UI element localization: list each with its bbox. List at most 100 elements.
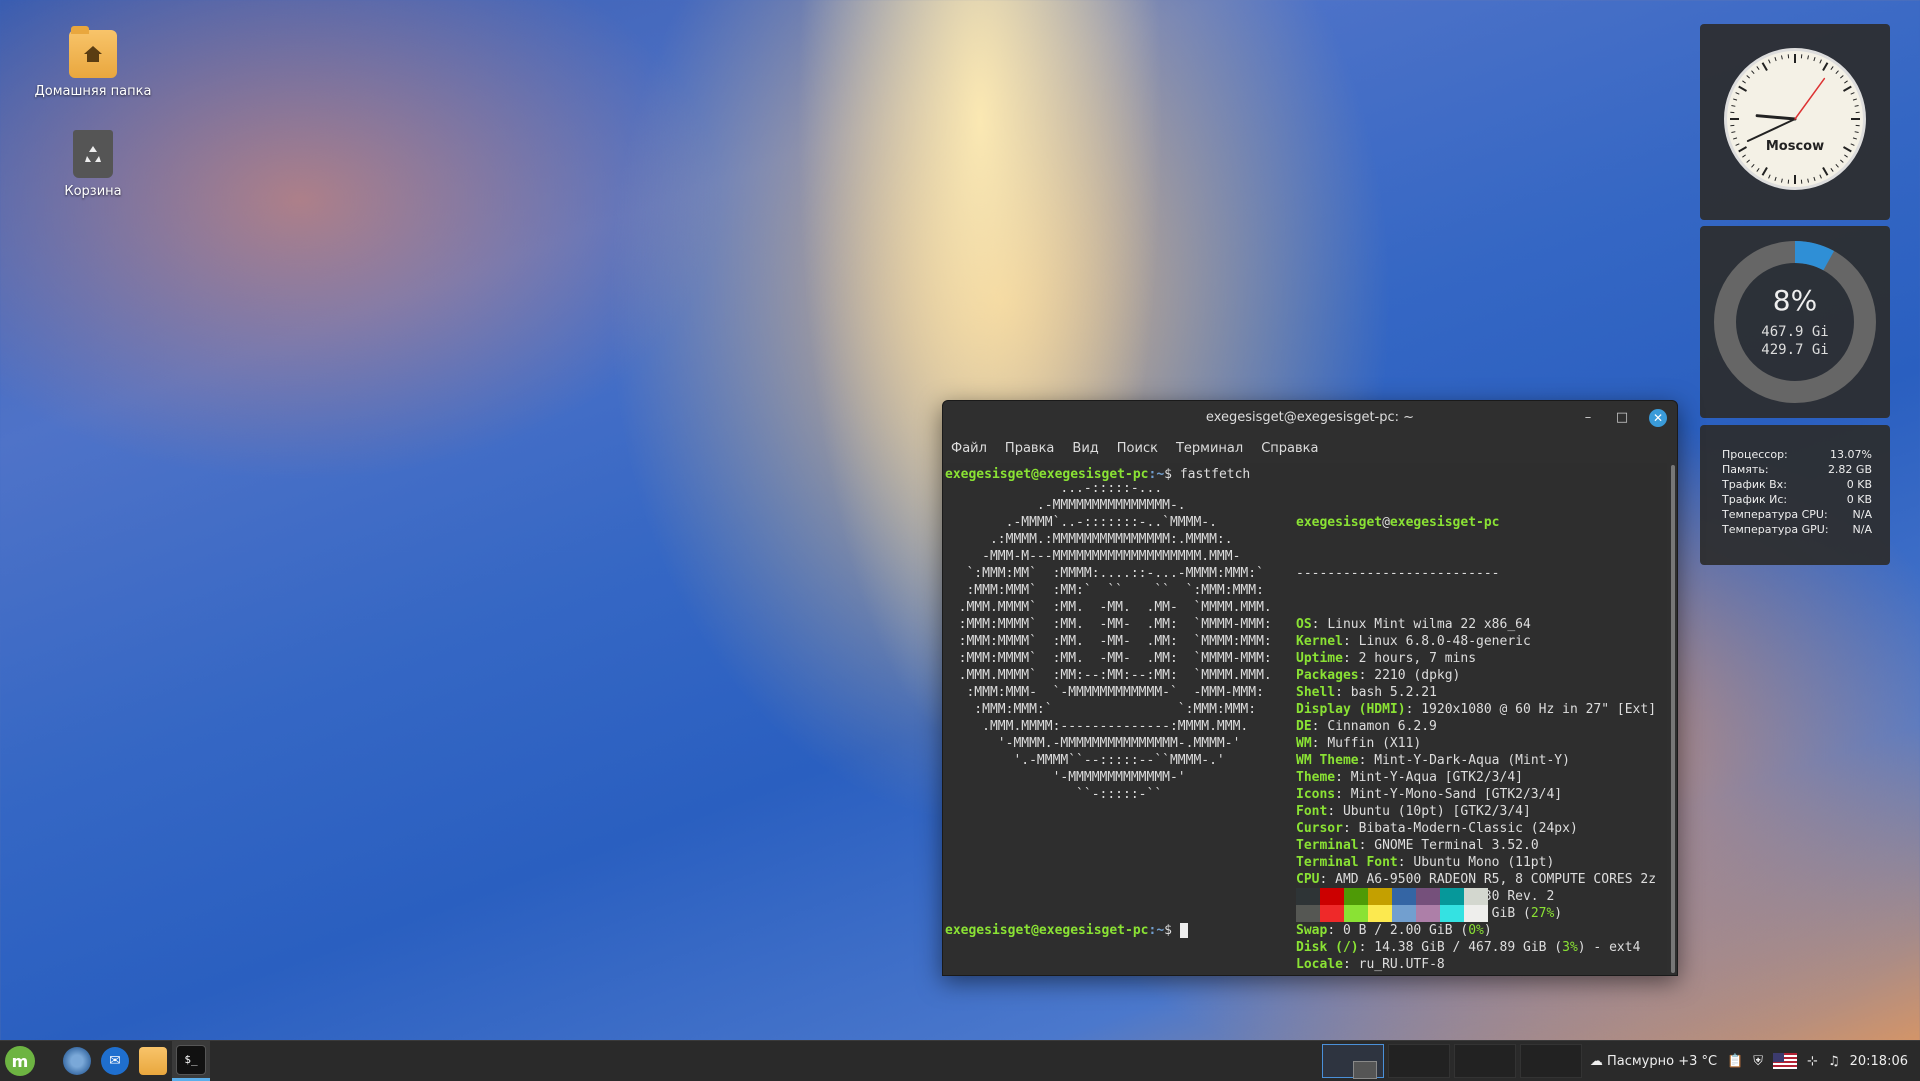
launcher-files[interactable] (134, 1041, 172, 1081)
desktop-icon-label: Домашняя папка (28, 84, 158, 99)
menu-search[interactable]: Поиск (1117, 441, 1158, 456)
logo-line: '-MMMMMMMMMMMMM-' (943, 769, 1272, 786)
info-key: Icons (1296, 787, 1335, 802)
sound-icon[interactable]: ♫ (1828, 1054, 1840, 1069)
workspace-3[interactable] (1454, 1044, 1516, 1078)
info-row: OS: Linux Mint wilma 22 x86_64 (1296, 616, 1656, 633)
system-stats-widget[interactable]: Процессор:13.07% Память:2.82 GB Трафик В… (1700, 425, 1890, 565)
keyboard-layout-us-flag-icon[interactable] (1773, 1053, 1797, 1069)
workspace-4[interactable] (1520, 1044, 1582, 1078)
launcher-thunderbird[interactable]: ✉ (96, 1041, 134, 1081)
clock-tick (1843, 87, 1851, 92)
logo-line: :MMM:MMMM` :MM. -MM- .MM: `MMMM-MMM: (943, 650, 1272, 667)
header-user: exegesisget (1296, 515, 1382, 530)
clock-tick (1836, 71, 1839, 74)
disk-total: 467.9 Gi (1700, 324, 1890, 340)
info-colon: : (1343, 957, 1359, 972)
terminal-scrollbar[interactable] (1671, 465, 1675, 973)
palette-swatch (1344, 888, 1368, 905)
workspace-window-preview (1353, 1061, 1377, 1079)
trash-icon (73, 130, 113, 178)
workspace-1[interactable] (1322, 1044, 1384, 1078)
logo-line: :MMM:MMM` :MM:` `` `` `:MMM:MMM: (943, 582, 1272, 599)
close-button[interactable]: ✕ (1649, 409, 1667, 427)
info-value: Mint-Y-Aqua [GTK2/3/4] (1351, 770, 1523, 785)
window-controls: – □ ✕ (1581, 401, 1667, 435)
launcher-terminal[interactable]: $_ (172, 1041, 210, 1081)
minimize-button[interactable]: – (1581, 401, 1595, 435)
clock-tick (1775, 57, 1776, 61)
terminal-titlebar[interactable]: exegesisget@exegesisget-pc: ~ – □ ✕ (943, 401, 1677, 435)
menu-edit[interactable]: Правка (1005, 441, 1054, 456)
weather-applet[interactable]: ☁ Пасмурно +3 °C (1590, 1054, 1717, 1069)
menu-help[interactable]: Справка (1261, 441, 1318, 456)
info-row: Packages: 2210 (dpkg) (1296, 667, 1656, 684)
info-value: ru_RU.UTF-8 (1359, 957, 1445, 972)
terminal-output[interactable]: exegesisget@exegesisget-pc:~$ fastfetch … (943, 463, 1667, 975)
info-value: Ubuntu (10pt) [GTK2/3/4] (1343, 804, 1531, 819)
menu-view[interactable]: Вид (1072, 441, 1098, 456)
clock-second-hand (1795, 79, 1824, 119)
terminal-menubar: Файл Правка Вид Поиск Терминал Справка (943, 435, 1677, 461)
shield-icon[interactable]: ⛨ (1753, 1054, 1763, 1069)
clock-tick (1844, 81, 1847, 83)
stat-label: Трафик Вх: (1722, 477, 1787, 492)
analog-clock: Moscow (1724, 48, 1866, 190)
stat-value: N/A (1853, 507, 1872, 522)
logo-line: .MMM.MMMM` :MM:--:MM:--:MM: `MMMM.MMM. (943, 667, 1272, 684)
workspace-2[interactable] (1388, 1044, 1450, 1078)
info-key: Terminal (1296, 838, 1359, 853)
clock-tick (1752, 71, 1755, 74)
logo-line: :MMM:MMM:` `:MMM:MMM: (943, 701, 1272, 718)
desktop-icon-trash[interactable]: Корзина (28, 130, 158, 199)
info-colon: : (1335, 787, 1351, 802)
disk-usage-arc (1795, 252, 1829, 261)
terminal-icon: $_ (176, 1045, 206, 1075)
info-colon: : (1398, 855, 1414, 870)
info-value: Bibata-Modern-Classic (24px) (1359, 821, 1578, 836)
info-key: OS (1296, 617, 1312, 632)
menu-file[interactable]: Файл (951, 441, 987, 456)
info-colon: : (1359, 838, 1375, 853)
prompt-user: exegesisget@exegesisget-pc (945, 923, 1149, 938)
clock-tick (1831, 168, 1833, 171)
clock-city-label: Moscow (1727, 139, 1863, 154)
desktop-icon-home[interactable]: Домашняя папка (28, 30, 158, 99)
logo-line: .MMM.MMMM:--------------:MMMM.MMM. (943, 718, 1272, 735)
network-icon[interactable]: ⊹ (1807, 1054, 1818, 1069)
info-value: 2210 (dpkg) (1374, 668, 1460, 683)
clock-tick (1736, 93, 1740, 95)
info-value: Ubuntu Mono (11pt) (1413, 855, 1554, 870)
info-row: Locale: ru_RU.UTF-8 (1296, 956, 1656, 973)
palette-swatch (1464, 888, 1488, 905)
clipboard-icon[interactable]: 📋 (1727, 1054, 1743, 1069)
stat-label: Процессор: (1722, 447, 1788, 462)
home-folder-icon (69, 30, 117, 78)
clock-time[interactable]: 20:18:06 (1850, 1054, 1920, 1069)
maximize-button[interactable]: □ (1615, 401, 1629, 435)
terminal-window[interactable]: exegesisget@exegesisget-pc: ~ – □ ✕ Файл… (942, 400, 1678, 976)
logo-line: .:MMMM.:MMMMMMMMMMMMMMM:.MMMM:. (943, 531, 1272, 548)
info-row: WM Theme: Mint-Y-Dark-Aqua (Mint-Y) (1296, 752, 1656, 769)
info-key: Theme (1296, 770, 1335, 785)
menu-terminal[interactable]: Терминал (1176, 441, 1243, 456)
clock-widget[interactable]: Moscow (1700, 24, 1890, 220)
mint-ascii-logo: ...-:::::-... .-MMMMMMMMMMMMMMM-. .-MMMM… (943, 480, 1272, 803)
clock-tick (1855, 105, 1859, 106)
clock-tick (1844, 155, 1847, 157)
current-prompt-line: exegesisget@exegesisget-pc:~$ (945, 922, 1188, 939)
start-menu-button[interactable]: m (0, 1041, 40, 1081)
palette-swatch (1320, 888, 1344, 905)
disk-usage-widget[interactable]: 8% 467.9 Gi 429.7 Gi (1700, 226, 1890, 418)
palette-swatch (1440, 888, 1464, 905)
info-colon: : (1335, 685, 1351, 700)
stat-row: Трафик Ис:0 KB (1700, 492, 1890, 507)
palette-swatch (1296, 905, 1320, 922)
clock-tick (1820, 175, 1822, 179)
palette-swatch (1368, 888, 1392, 905)
launcher-chromium[interactable] (58, 1041, 96, 1081)
header-at: @ (1382, 515, 1390, 530)
clock-tick (1763, 167, 1768, 175)
clock-tick (1814, 57, 1815, 61)
taskbar: m ✉ $_ ☁ Пасмурно +3 °C 📋 ⛨ ⊹ ♫ 20:18:06 (0, 1040, 1920, 1081)
